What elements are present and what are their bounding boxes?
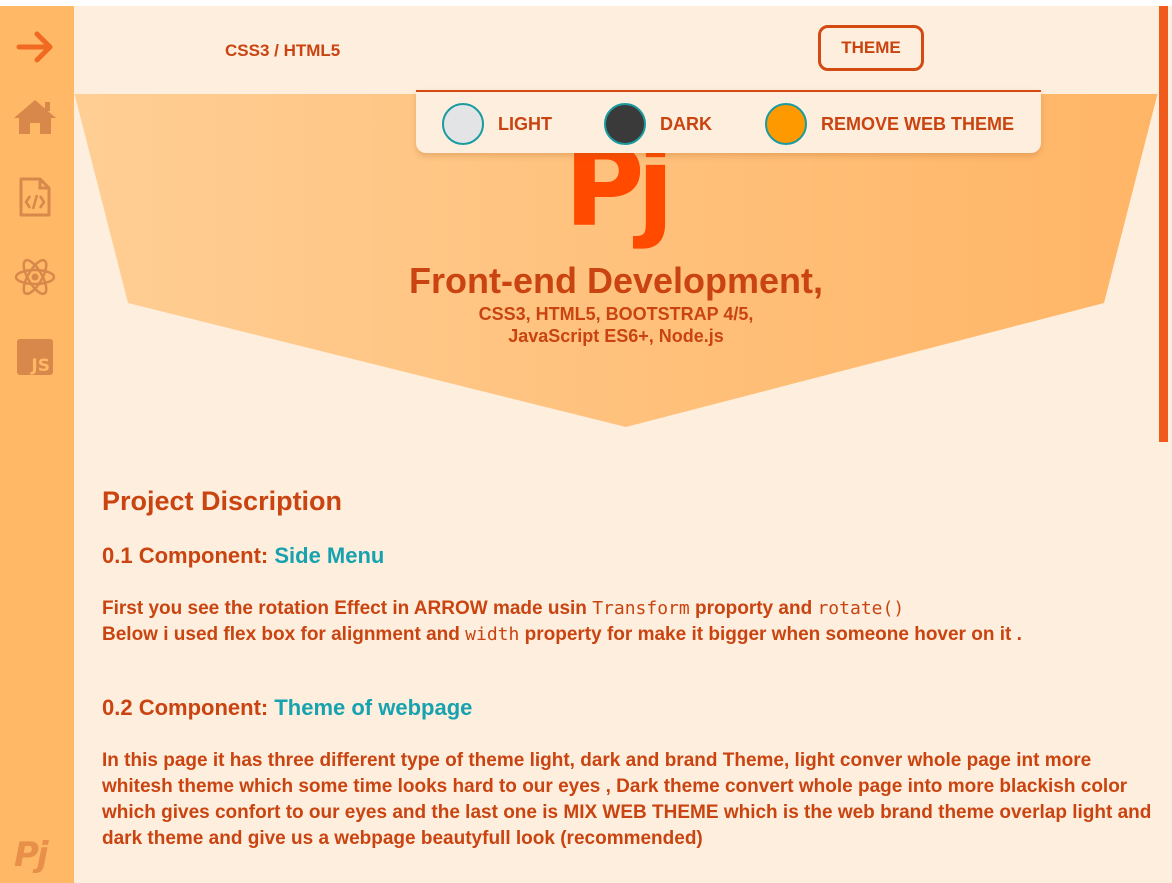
component-2-heading: 0.2 Component: Theme of webpage <box>102 695 472 721</box>
component-2-text: In this page it has three different type… <box>102 750 1152 849</box>
hero-title: Front-end Development, <box>408 260 824 301</box>
react-icon[interactable] <box>12 254 58 300</box>
arrow-right-icon[interactable] <box>12 24 58 70</box>
home-icon[interactable] <box>12 94 58 140</box>
text-segment: property for make it bigger when someone… <box>519 624 1022 645</box>
light-swatch-icon <box>442 103 484 145</box>
component-1-heading: 0.1 Component: Side Menu <box>102 543 384 569</box>
code-snippet: Transform <box>592 598 690 619</box>
text-segment: Below i used flex box for alignment and <box>102 624 466 645</box>
component-2-name: Theme of webpage <box>274 695 473 720</box>
svg-text:JS: JS <box>30 356 50 376</box>
side-menu: JS Pj <box>0 6 74 883</box>
theme-option-label: DARK <box>660 113 712 134</box>
section-heading: Project Discription <box>102 486 343 516</box>
component-1-prefix: 0.1 Component: <box>102 543 275 568</box>
component-1-name: Side Menu <box>274 543 385 568</box>
js-icon[interactable]: JS <box>12 334 58 380</box>
text-segment: proporty and <box>689 598 818 619</box>
code-snippet: rotate() <box>817 598 905 619</box>
brand-swatch-icon <box>765 103 807 145</box>
component-2-prefix: 0.2 Component: <box>102 695 275 720</box>
text-segment: First you see the rotation Effect in ARR… <box>102 598 593 619</box>
theme-option-label: LIGHT <box>498 113 552 134</box>
theme-button[interactable]: THEME <box>818 25 924 71</box>
brand-link[interactable]: CSS3 / HTML5 <box>225 41 340 61</box>
theme-dropdown: LIGHT DARK REMOVE WEB THEME <box>416 90 1041 153</box>
code-file-icon[interactable] <box>12 174 58 220</box>
hero-subtitle-line2: JavaScript ES6+, Node.js <box>508 326 724 346</box>
main-area: CSS3 / HTML5 THEME Pj Front-end Developm… <box>74 6 1158 883</box>
code-snippet: width <box>465 624 520 645</box>
top-header: CSS3 / HTML5 THEME <box>74 6 1158 94</box>
scrollbar-thumb[interactable] <box>1159 6 1168 442</box>
theme-option-dark[interactable]: DARK <box>604 101 712 147</box>
sidebar-logo: Pj <box>14 835 49 875</box>
dark-swatch-icon <box>604 103 646 145</box>
hero-subtitle-line1: CSS3, HTML5, BOOTSTRAP 4/5, <box>478 304 754 324</box>
hero-subtitle: CSS3, HTML5, BOOTSTRAP 4/5, JavaScript E… <box>74 303 1158 347</box>
theme-option-remove[interactable]: REMOVE WEB THEME <box>765 101 1014 147</box>
scrollbar[interactable] <box>1158 6 1172 883</box>
component-1-text: First you see the rotation Effect in ARR… <box>102 596 1152 648</box>
theme-option-label: REMOVE WEB THEME <box>821 113 1015 134</box>
theme-option-light[interactable]: LIGHT <box>442 101 552 147</box>
